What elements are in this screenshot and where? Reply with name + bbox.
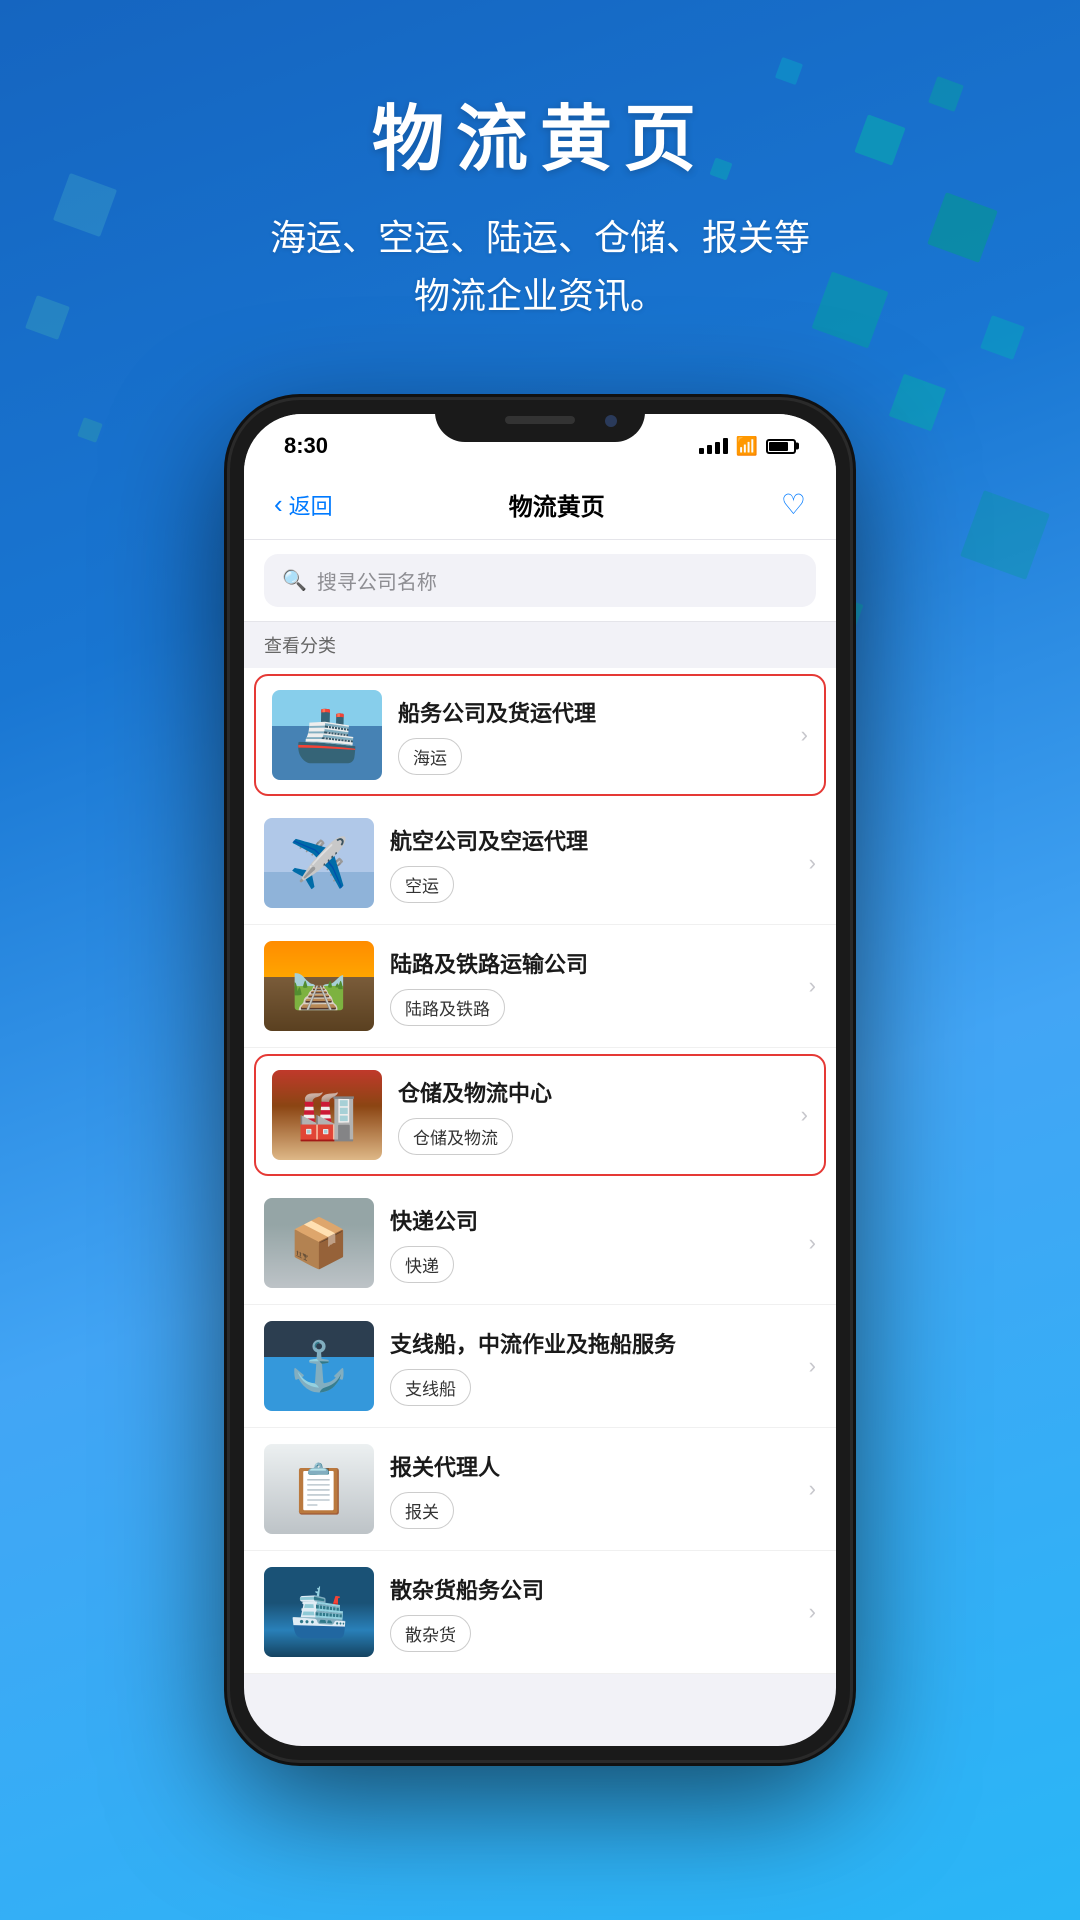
item-tag: 快递 [390,1246,454,1283]
nav-bar: ‹ 返回 物流黄页 ♡ [244,470,836,540]
item-title: 航空公司及空运代理 [390,824,793,856]
search-icon: 🔍 [282,568,307,593]
phone-notch [435,400,645,442]
status-time: 8:30 [284,433,328,459]
item-tag: 空运 [390,866,454,903]
item-content: 陆路及铁路运输公司 陆路及铁路 [374,947,809,1026]
chevron-right-icon: › [809,850,816,876]
list-item[interactable]: 支线船，中流作业及拖船服务 支线船 › [244,1305,836,1428]
search-bar[interactable]: 🔍 搜寻公司名称 [264,554,816,607]
back-button[interactable]: ‹ 返回 [274,489,333,521]
item-tag: 海运 [398,738,462,775]
search-input[interactable]: 搜寻公司名称 [317,566,437,595]
item-content: 报关代理人 报关 [374,1450,809,1529]
item-title: 报关代理人 [390,1450,793,1482]
favorite-icon[interactable]: ♡ [781,488,806,521]
item-image-vessel [264,1321,374,1411]
item-title: 散杂货船务公司 [390,1573,793,1605]
item-tag: 报关 [390,1492,454,1529]
item-image-plane [264,818,374,908]
item-content: 仓储及物流中心 仓储及物流 [382,1076,801,1155]
item-content: 快递公司 快递 [374,1204,809,1283]
chevron-right-icon: › [809,1230,816,1256]
chevron-right-icon: › [809,1476,816,1502]
item-image-customs [264,1444,374,1534]
chevron-left-icon: ‹ [274,489,283,520]
category-label: 查看分类 [244,622,836,668]
signal-icon [699,438,728,454]
status-icons: 📶 [699,436,796,457]
page-title: 物流黄页 [0,80,1080,185]
list-item[interactable]: 仓储及物流中心 仓储及物流 › [254,1054,826,1176]
item-image-bulk [264,1567,374,1657]
wifi-icon: 📶 [736,436,758,457]
item-image-warehouse [272,1070,382,1160]
item-title: 陆路及铁路运输公司 [390,947,793,979]
list-item[interactable]: 船务公司及货运代理 海运 › [254,674,826,796]
list-item[interactable]: 快递公司 快递 › [244,1182,836,1305]
item-image-rail [264,941,374,1031]
phone-frame: 8:30 📶 ‹ 返回 [230,400,850,1760]
nav-title: 物流黄页 [509,487,605,522]
front-camera [605,415,617,427]
item-title: 船务公司及货运代理 [398,696,785,728]
item-title: 仓储及物流中心 [398,1076,785,1108]
item-title: 快递公司 [390,1204,793,1236]
chevron-right-icon: › [809,1353,816,1379]
list-item[interactable]: 陆路及铁路运输公司 陆路及铁路 › [244,925,836,1048]
item-image-ship [272,690,382,780]
item-tag: 散杂货 [390,1615,471,1652]
list-item[interactable]: 报关代理人 报关 › [244,1428,836,1551]
item-content: 支线船，中流作业及拖船服务 支线船 [374,1327,809,1406]
item-content: 船务公司及货运代理 海运 [382,696,801,775]
item-tag: 仓储及物流 [398,1118,513,1155]
list-item[interactable]: 散杂货船务公司 散杂货 › [244,1551,836,1674]
list-item[interactable]: 航空公司及空运代理 空运 › [244,802,836,925]
item-tag: 陆路及铁路 [390,989,505,1026]
chevron-right-icon: › [801,722,808,748]
phone-mockup: 8:30 📶 ‹ 返回 [230,400,850,1760]
chevron-right-icon: › [809,1599,816,1625]
speaker [505,416,575,424]
item-title: 支线船，中流作业及拖船服务 [390,1327,793,1359]
chevron-right-icon: › [801,1102,808,1128]
back-label: 返回 [289,489,333,521]
page-subtitle: 海运、空运、陆运、仓储、报关等 物流企业资讯。 [0,209,1080,324]
item-content: 散杂货船务公司 散杂货 [374,1573,809,1652]
item-content: 航空公司及空运代理 空运 [374,824,809,903]
list-container: 船务公司及货运代理 海运 › 航空公司及空运代理 空运 › [244,668,836,1674]
page-header: 物流黄页 海运、空运、陆运、仓储、报关等 物流企业资讯。 [0,0,1080,324]
chevron-right-icon: › [809,973,816,999]
item-image-courier [264,1198,374,1288]
phone-screen: 8:30 📶 ‹ 返回 [244,414,836,1746]
search-container: 🔍 搜寻公司名称 [244,540,836,622]
battery-icon [766,439,796,454]
item-tag: 支线船 [390,1369,471,1406]
